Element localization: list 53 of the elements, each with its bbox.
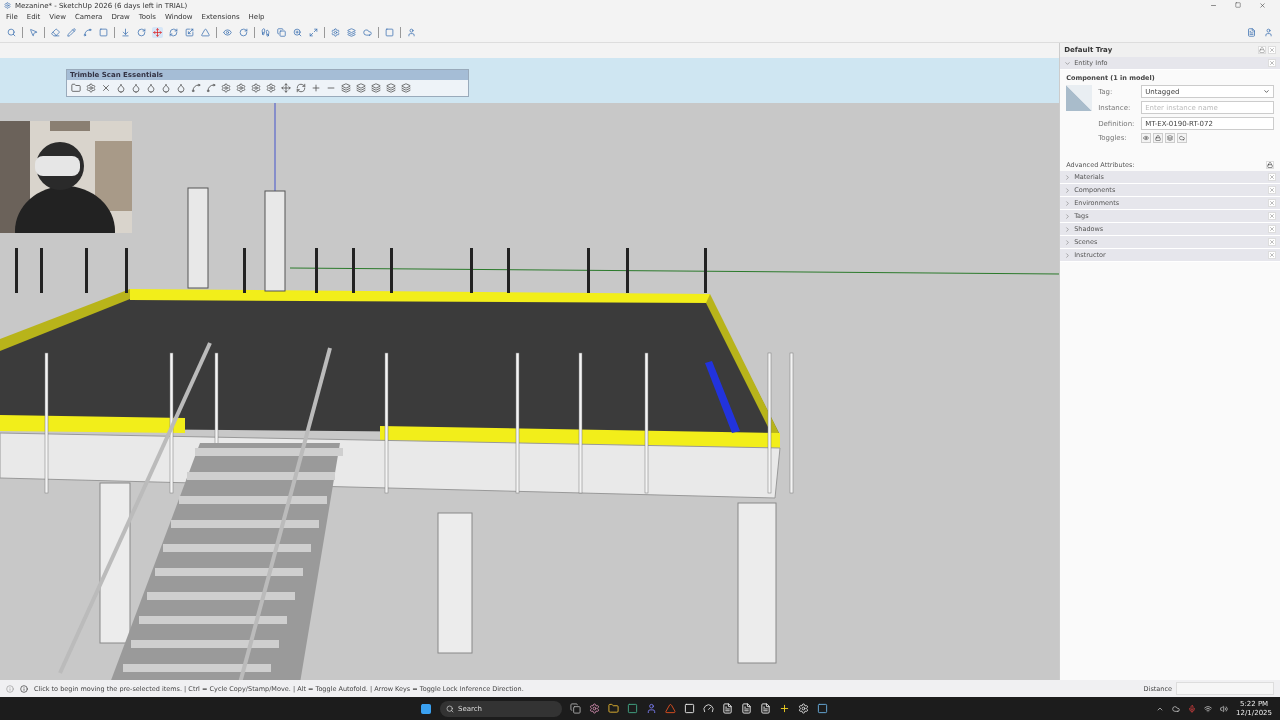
curve-icon[interactable] <box>205 82 217 94</box>
document-icon[interactable] <box>722 703 733 714</box>
eraser-icon[interactable] <box>50 26 61 38</box>
drop-icon[interactable] <box>145 82 157 94</box>
arc-icon[interactable] <box>82 26 93 38</box>
material-swatch <box>1066 85 1093 111</box>
folder-icon[interactable] <box>70 82 82 94</box>
walk-icon[interactable] <box>260 26 271 38</box>
drop-icon[interactable] <box>160 82 172 94</box>
gauge-icon[interactable] <box>703 703 714 714</box>
move-icon[interactable] <box>152 26 163 38</box>
settings-icon[interactable] <box>85 82 97 94</box>
close-icon[interactable] <box>1259 2 1266 9</box>
task-view-icon[interactable] <box>570 703 581 714</box>
minimize-icon[interactable] <box>1210 2 1217 9</box>
document-icon[interactable] <box>760 703 771 714</box>
zoom-extents-icon[interactable] <box>308 26 319 38</box>
measure-field[interactable] <box>1176 682 1274 695</box>
account-icon[interactable] <box>406 26 417 38</box>
caret-icon <box>1263 88 1270 95</box>
info-icon[interactable] <box>6 684 14 693</box>
maximize-icon[interactable] <box>1235 2 1241 8</box>
pencil-icon[interactable] <box>66 26 77 38</box>
document-icon[interactable] <box>741 703 752 714</box>
people-icon[interactable] <box>1263 26 1274 38</box>
info-icon[interactable] <box>20 684 28 693</box>
lock-icon[interactable] <box>1153 133 1164 143</box>
push-pull-icon[interactable] <box>120 26 131 38</box>
layers-icon[interactable] <box>400 82 412 94</box>
network-icon[interactable] <box>1204 704 1213 713</box>
add-icon[interactable] <box>310 82 322 94</box>
search-icon <box>446 704 454 713</box>
drop-icon[interactable] <box>175 82 187 94</box>
close-icon[interactable] <box>100 82 112 94</box>
rectangle-icon[interactable] <box>98 26 109 38</box>
start-icon[interactable] <box>420 702 432 715</box>
refresh-icon[interactable] <box>295 82 307 94</box>
drop-icon[interactable] <box>115 82 127 94</box>
pointer-icon[interactable] <box>28 26 39 38</box>
scale-icon[interactable] <box>184 26 195 38</box>
rotate-icon[interactable] <box>168 26 179 38</box>
curve-icon[interactable] <box>190 82 202 94</box>
eye-icon[interactable] <box>1141 133 1152 143</box>
orbit-icon[interactable] <box>222 26 233 38</box>
folder-icon[interactable] <box>608 703 619 714</box>
zoom-icon[interactable] <box>292 26 303 38</box>
chevron-icon <box>1064 59 1072 67</box>
search-icon[interactable] <box>6 26 17 38</box>
lock-icon[interactable] <box>1266 161 1274 169</box>
plus-icon[interactable] <box>779 703 790 714</box>
drop-icon[interactable] <box>130 82 142 94</box>
mic-icon[interactable] <box>1188 704 1197 713</box>
volume-icon[interactable] <box>1220 704 1229 713</box>
